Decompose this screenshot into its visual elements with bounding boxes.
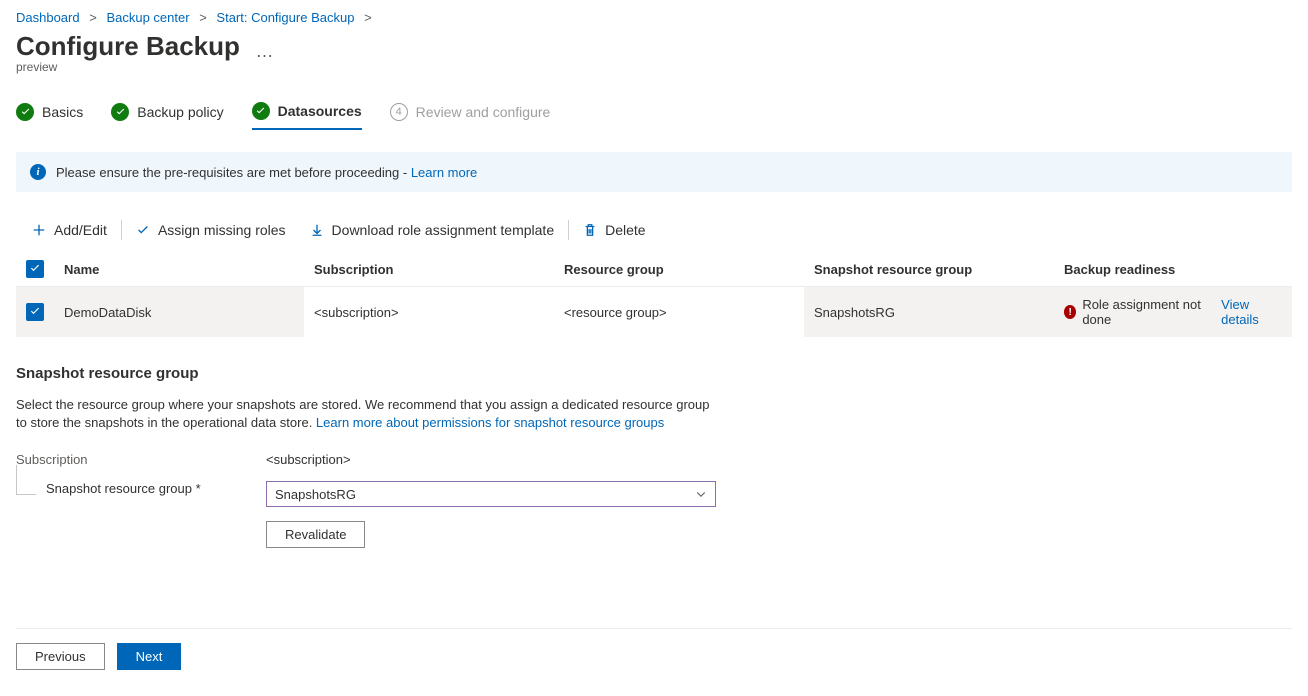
check-circle-icon [252, 102, 270, 120]
revalidate-button[interactable]: Revalidate [266, 521, 365, 548]
cell-snapshot-rg: SnapshotsRG [804, 287, 1054, 338]
info-icon: i [30, 164, 46, 180]
chevron-right-icon: > [364, 10, 372, 25]
col-resource-group: Resource group [554, 252, 804, 287]
cell-name: DemoDataDisk [54, 287, 304, 338]
check-circle-icon [16, 103, 34, 121]
step-number-icon: 4 [390, 103, 408, 121]
trash-icon [583, 223, 597, 237]
breadcrumb-start-configure[interactable]: Start: Configure Backup [216, 10, 354, 25]
button-label: Assign missing roles [158, 222, 286, 238]
download-template-button[interactable]: Download role assignment template [298, 218, 567, 242]
add-edit-button[interactable]: Add/Edit [20, 218, 119, 242]
cell-readiness: ! Role assignment not done View details [1054, 287, 1292, 338]
col-readiness: Backup readiness [1054, 252, 1292, 287]
breadcrumb: Dashboard > Backup center > Start: Confi… [16, 10, 1292, 25]
datasource-table: Name Subscription Resource group Snapsho… [16, 252, 1292, 337]
row-checkbox[interactable] [26, 303, 44, 321]
col-snapshot-rg: Snapshot resource group [804, 252, 1054, 287]
step-label: Backup policy [137, 104, 223, 120]
chevron-right-icon: > [89, 10, 97, 25]
check-circle-icon [111, 103, 129, 121]
tree-line-icon [16, 465, 36, 495]
step-datasources[interactable]: Datasources [252, 102, 362, 130]
table-row[interactable]: DemoDataDisk <subscription> <resource gr… [16, 287, 1292, 338]
step-label: Datasources [278, 103, 362, 119]
cell-resource-group: <resource group> [554, 287, 804, 338]
page-title: Configure Backup [16, 31, 240, 62]
step-backup-policy[interactable]: Backup policy [111, 103, 223, 129]
button-label: Add/Edit [54, 222, 107, 238]
chevron-right-icon: > [199, 10, 207, 25]
breadcrumb-backupcenter[interactable]: Backup center [106, 10, 189, 25]
snapshot-rg-label: Snapshot resource group * [46, 481, 201, 496]
button-label: Download role assignment template [332, 222, 555, 238]
error-icon: ! [1064, 305, 1076, 319]
button-label: Delete [605, 222, 645, 238]
cell-subscription: <subscription> [304, 287, 554, 338]
separator [568, 220, 569, 240]
snapshot-rg-select[interactable]: SnapshotsRG [266, 481, 716, 507]
col-subscription: Subscription [304, 252, 554, 287]
info-learn-more-link[interactable]: Learn more [411, 165, 477, 180]
page-header: Configure Backup … preview [16, 31, 1292, 74]
select-value: SnapshotsRG [275, 487, 356, 502]
step-label: Basics [42, 104, 83, 120]
chevron-down-icon [695, 488, 707, 500]
assign-roles-button[interactable]: Assign missing roles [124, 218, 298, 242]
subscription-label: Subscription [16, 452, 266, 467]
step-label: Review and configure [416, 104, 551, 120]
snapshot-section-title: Snapshot resource group [16, 365, 1292, 382]
info-text: Please ensure the pre-requisites are met… [56, 165, 477, 180]
subscription-value: <subscription> [266, 452, 351, 467]
separator [121, 220, 122, 240]
plus-icon [32, 223, 46, 237]
previous-button[interactable]: Previous [16, 643, 105, 670]
next-button[interactable]: Next [117, 643, 182, 670]
select-all-checkbox[interactable] [26, 260, 44, 278]
delete-button[interactable]: Delete [571, 218, 657, 242]
step-review: 4 Review and configure [390, 103, 551, 129]
col-name: Name [54, 252, 304, 287]
wizard-footer: Previous Next [16, 628, 1292, 670]
download-icon [310, 223, 324, 237]
datasource-toolbar: Add/Edit Assign missing roles Download r… [16, 212, 1292, 248]
info-banner: i Please ensure the pre-requisites are m… [16, 152, 1292, 192]
more-icon[interactable]: … [256, 41, 276, 61]
snapshot-section-desc: Select the resource group where your sna… [16, 396, 716, 432]
view-details-link[interactable]: View details [1221, 297, 1282, 327]
snapshot-learn-more-link[interactable]: Learn more about permissions for snapsho… [316, 415, 664, 430]
breadcrumb-dashboard[interactable]: Dashboard [16, 10, 80, 25]
step-basics[interactable]: Basics [16, 103, 83, 129]
page-subtitle: preview [16, 60, 1292, 74]
checkmark-icon [136, 223, 150, 237]
readiness-text: Role assignment not done [1082, 297, 1215, 327]
wizard-stepper: Basics Backup policy Datasources 4 Revie… [16, 102, 1292, 130]
